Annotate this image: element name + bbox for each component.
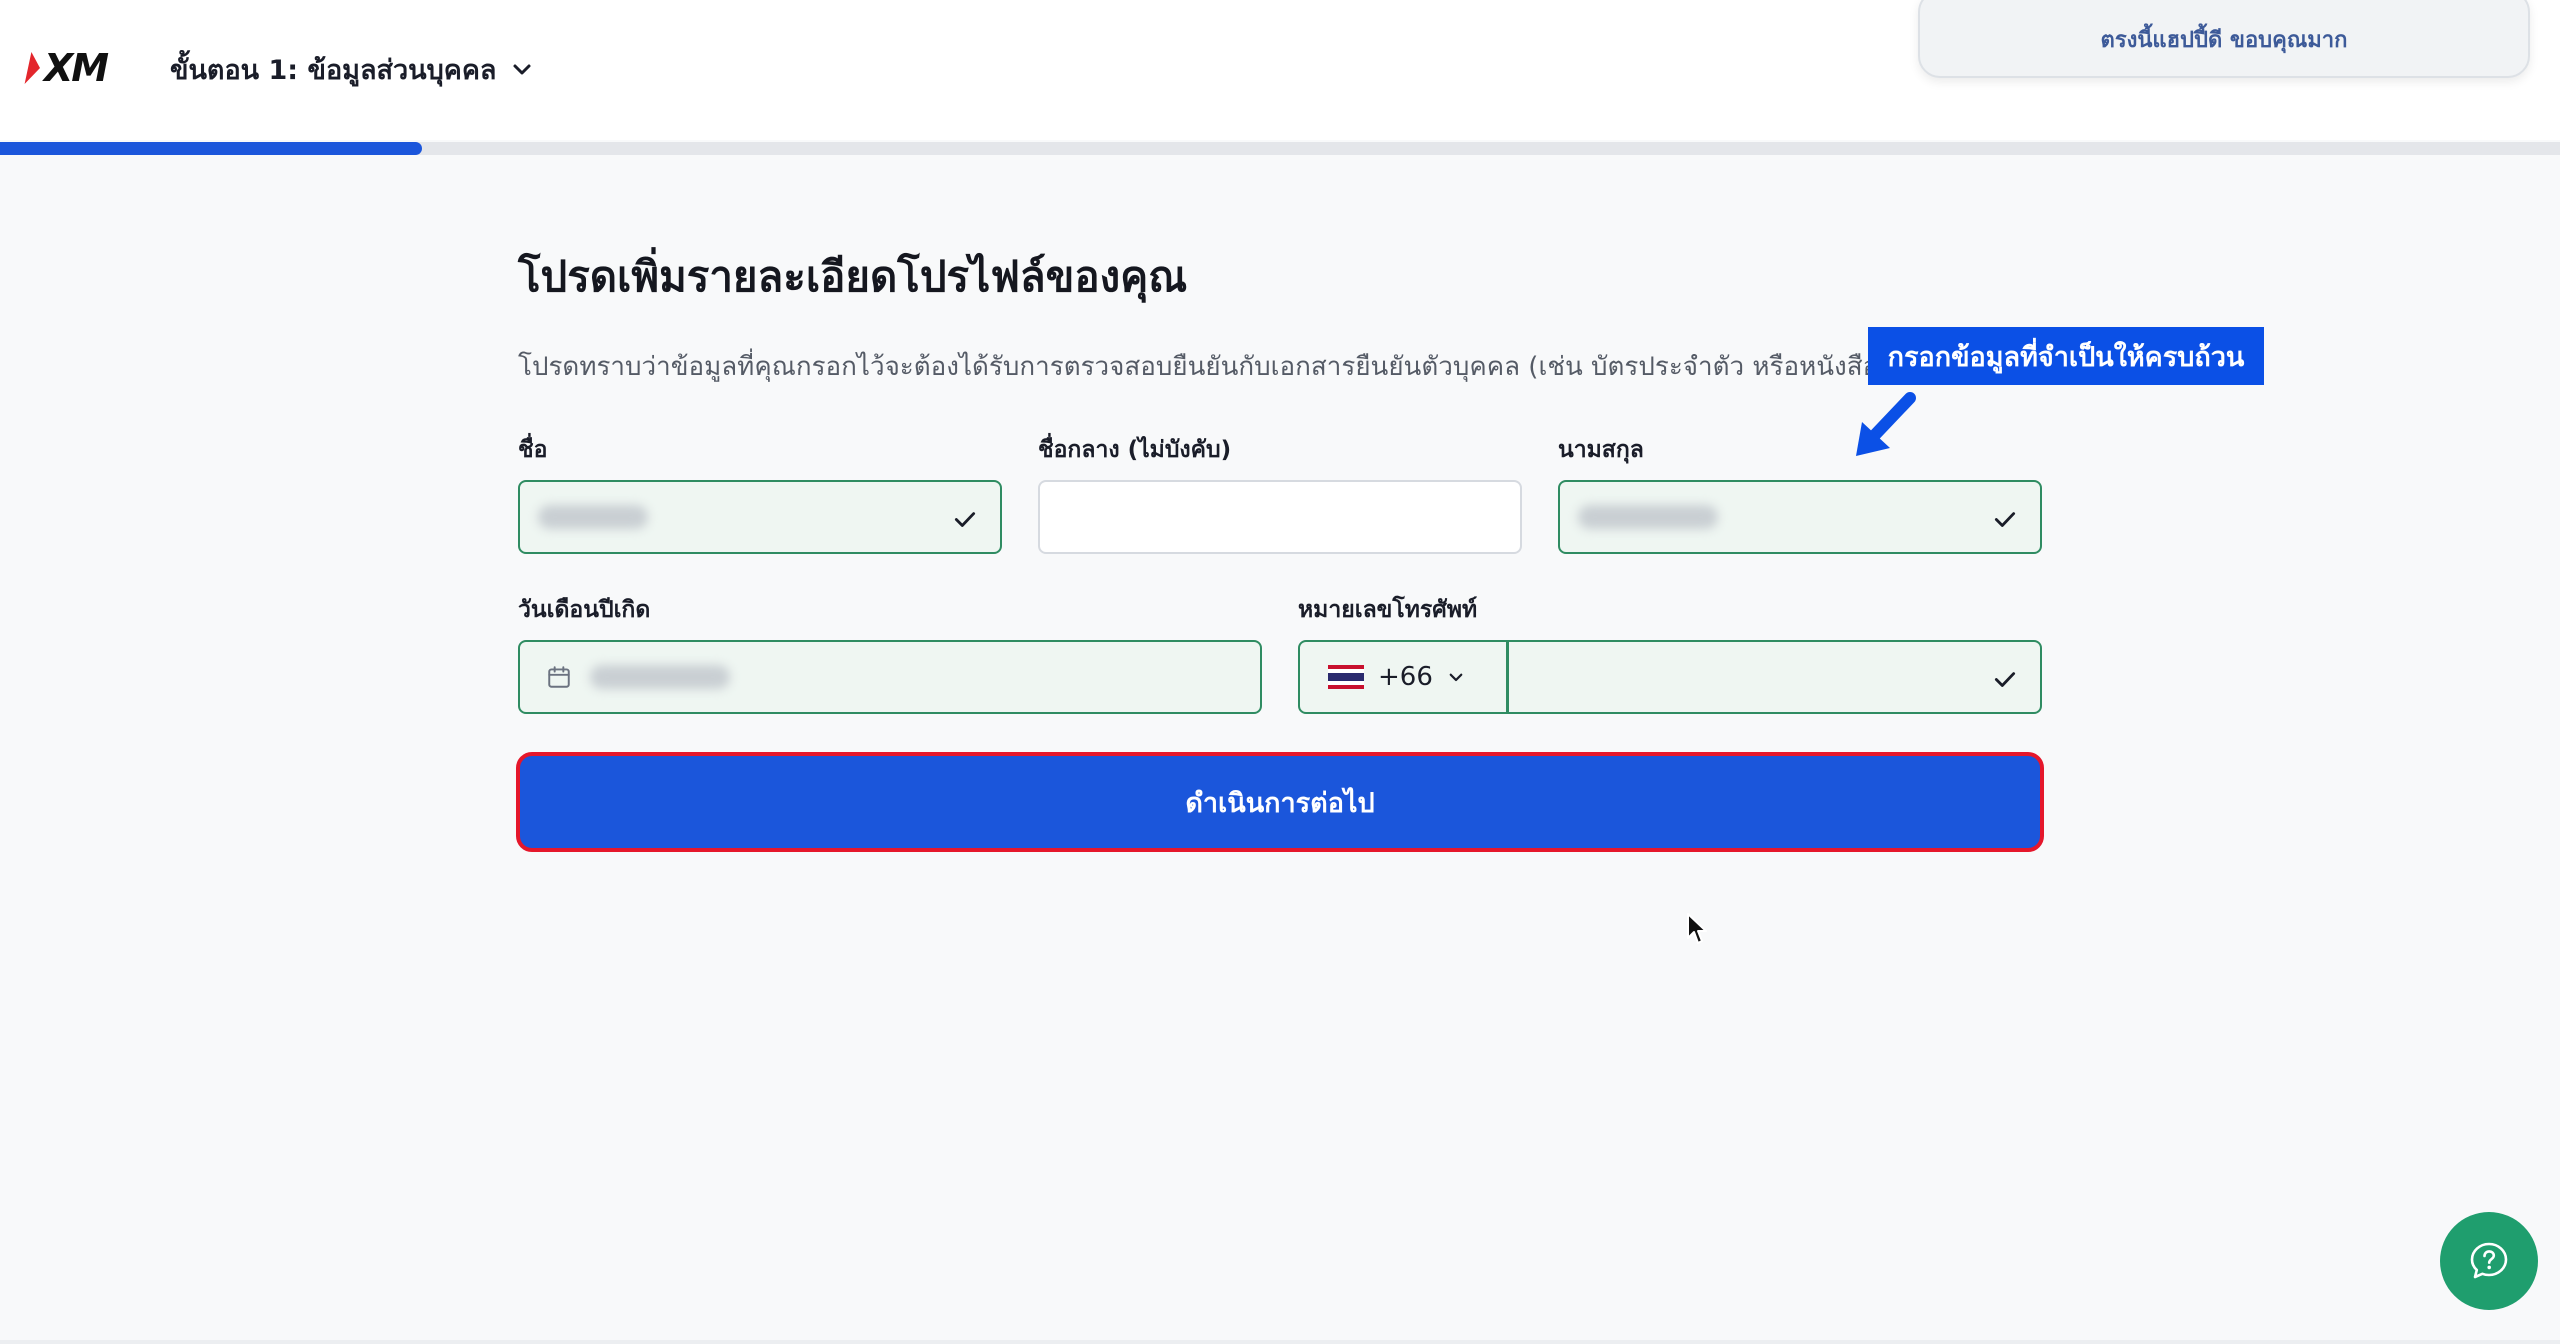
chevron-down-icon: [513, 64, 531, 75]
help-button[interactable]: [2440, 1212, 2538, 1310]
question-icon: [2470, 1242, 2508, 1279]
footer-divider: [0, 1340, 2560, 1344]
country-code-select[interactable]: +66: [1298, 640, 1508, 714]
page-subtitle: โปรดทราบว่าข้อมูลที่คุณกรอกไว้จะต้องได้ร…: [518, 352, 1870, 382]
middle-name-input[interactable]: [1038, 480, 1522, 554]
page-title: โปรดเพิ่มรายละเอียดโปรไฟล์ของคุณ: [518, 252, 1188, 301]
check-icon: [954, 512, 976, 527]
notification-toast: ตรงนี้แฮปปี้ดี ขอบคุณมาก: [1918, 0, 2530, 78]
logo-text: XM: [44, 46, 109, 90]
continue-button-label: ดำเนินการต่อไป: [1185, 787, 1375, 819]
continue-button[interactable]: ดำเนินการต่อไป: [516, 752, 2044, 852]
thailand-flag-icon: [1328, 665, 1364, 689]
country-code-value: +66: [1378, 662, 1433, 692]
check-icon: [1994, 672, 2016, 687]
last-name-input[interactable]: [1558, 480, 2042, 554]
xm-logo[interactable]: XM: [24, 46, 118, 90]
phone-number-input[interactable]: [1506, 640, 2042, 714]
step-dropdown[interactable]: ขั้นตอน 1: ข้อมูลส่วนบุคคล: [170, 48, 534, 90]
first-name-label: ชื่อ: [518, 437, 548, 463]
progress-bar: [0, 142, 2560, 155]
annotation-callout: กรอกข้อมูลที่จำเป็นให้ครบถ้วน: [1868, 327, 2264, 385]
first-name-input[interactable]: [518, 480, 1002, 554]
last-name-label: นามสกุล: [1558, 437, 1644, 463]
progress-fill: [0, 142, 423, 155]
annotation-callout-text: กรอกข้อมูลที่จำเป็นให้ครบถ้วน: [1887, 341, 2245, 373]
check-icon: [1994, 512, 2016, 527]
toast-text: ตรงนี้แฮปปี้ดี ขอบคุณมาก: [2100, 27, 2348, 53]
dob-value-redacted: [590, 665, 730, 689]
dob-label: วันเดือนปีเกิด: [518, 597, 651, 623]
annotation-arrow-icon: [1856, 392, 1916, 456]
dob-input[interactable]: [518, 640, 1262, 714]
first-name-value-redacted: [538, 505, 648, 529]
phone-label: หมายเลขโทรศัพท์: [1298, 597, 1478, 623]
logo-mark-icon: [24, 52, 44, 84]
middle-name-label: ชื่อกลาง (ไม่บังคับ): [1038, 437, 1232, 463]
mouse-cursor-icon: [1687, 913, 1707, 944]
step-label: ขั้นตอน 1: ข้อมูลส่วนบุคคล: [170, 54, 497, 86]
chevron-down-icon: [1449, 673, 1463, 682]
calendar-icon: [548, 666, 570, 688]
last-name-value-redacted: [1578, 505, 1718, 529]
